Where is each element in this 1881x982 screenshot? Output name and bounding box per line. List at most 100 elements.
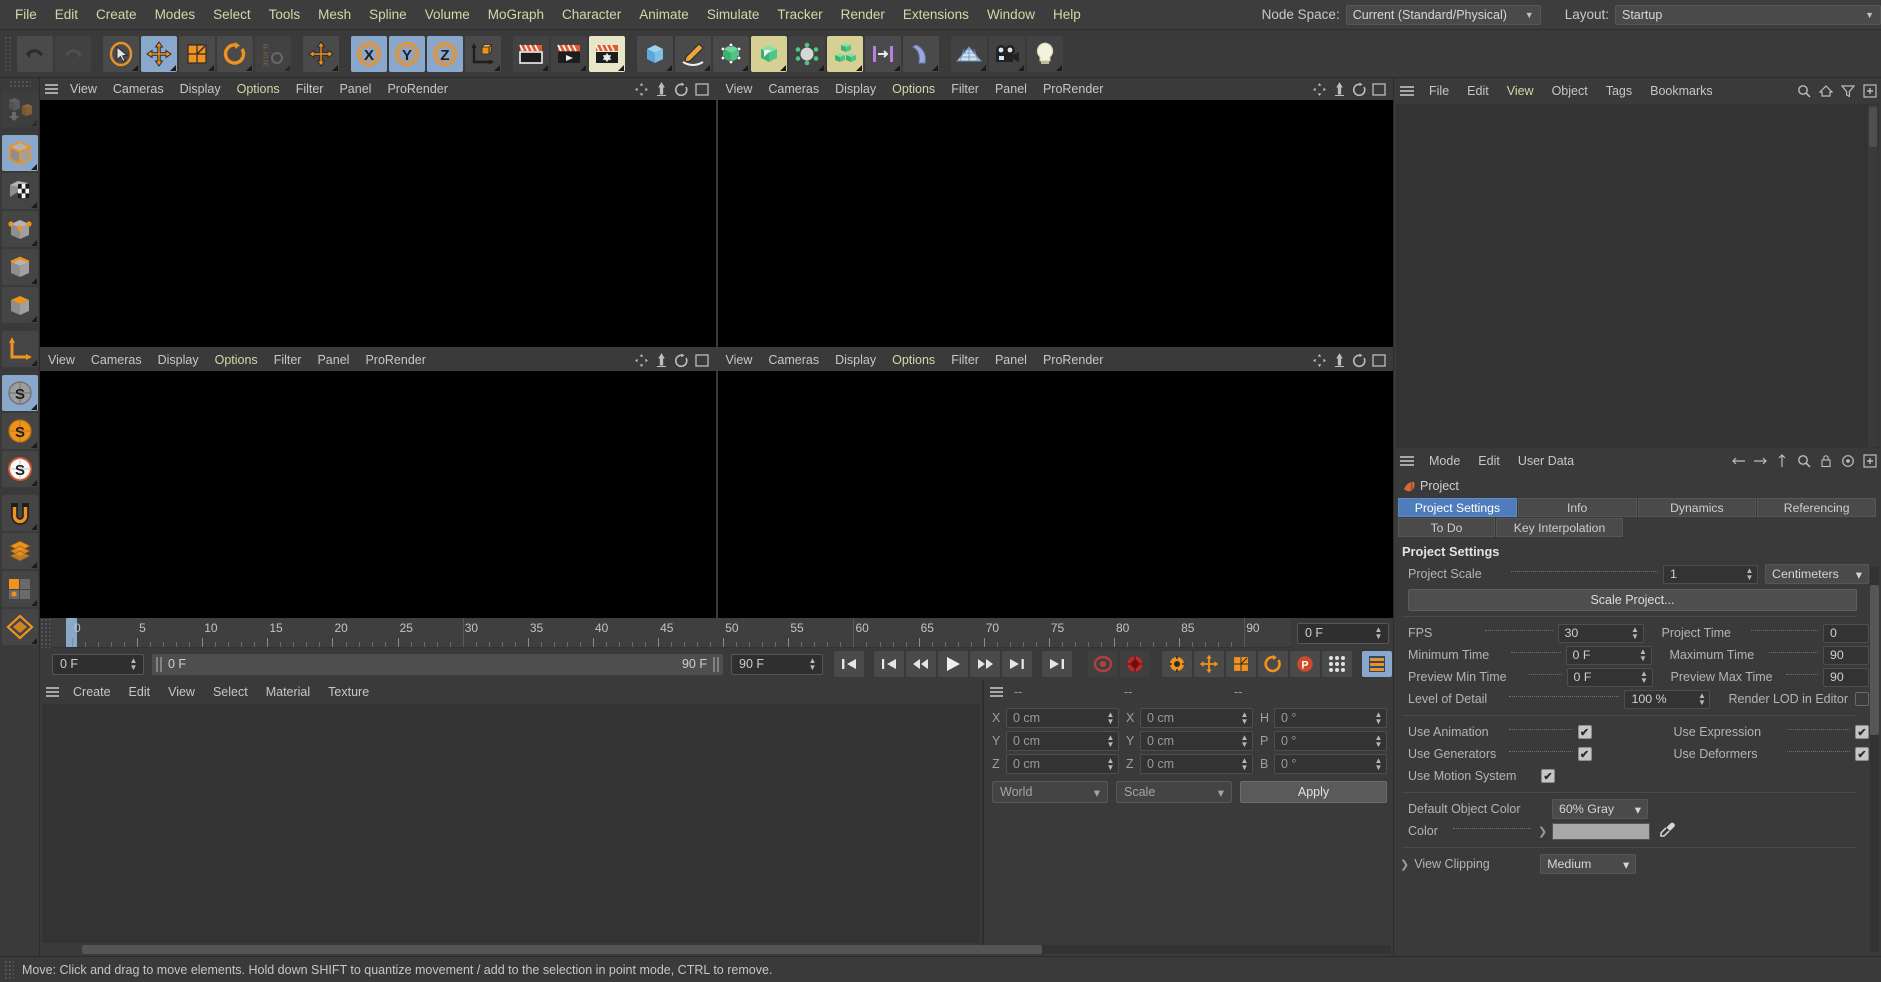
viewport-menu-cameras[interactable]: Cameras: [760, 349, 827, 371]
menu-create[interactable]: Create: [87, 0, 146, 30]
coord-size-y-field[interactable]: 0 cm ▲ ▼: [1140, 730, 1253, 751]
viewport-menu-panel[interactable]: Panel: [309, 349, 357, 371]
deformer-bend-button[interactable]: [903, 35, 939, 72]
zoom-view-icon[interactable]: [652, 350, 672, 370]
parameter-key-button[interactable]: P: [1290, 651, 1320, 677]
viewport-top[interactable]: View Cameras Display Options Filter Pane…: [717, 78, 1393, 347]
viewport-menu-options[interactable]: Options: [884, 78, 943, 100]
move-axis-tool[interactable]: [303, 35, 339, 72]
attr-menu-user-data[interactable]: User Data: [1509, 448, 1583, 474]
coordinate-system-dropdown[interactable]: World ▾: [992, 781, 1108, 803]
preview-max-time-field[interactable]: 90: [1823, 667, 1869, 687]
object-menu-tags[interactable]: Tags: [1597, 78, 1641, 104]
rotation-key-button[interactable]: [1258, 651, 1288, 677]
menu-extensions[interactable]: Extensions: [894, 0, 978, 30]
camera-object-button[interactable]: [989, 35, 1025, 72]
quantize-snap-button[interactable]: S: [1, 451, 38, 487]
viewport-front[interactable]: View Cameras Display Options Filter Pane…: [717, 349, 1393, 618]
undo-button[interactable]: [17, 35, 53, 72]
menu-modes[interactable]: Modes: [146, 0, 205, 30]
menu-edit[interactable]: Edit: [46, 0, 87, 30]
spinner-icon[interactable]: ▲ ▼: [1239, 710, 1250, 726]
viewport-perspective[interactable]: View Cameras Display Options Filter Pane…: [40, 78, 716, 347]
object-tree-scrollbar[interactable]: [1868, 105, 1878, 447]
coordinate-mode-dropdown[interactable]: Scale ▾: [1116, 781, 1232, 803]
maximize-view-icon[interactable]: [1369, 79, 1389, 99]
maximum-time-field[interactable]: 90: [1823, 645, 1869, 665]
material-menu-create[interactable]: Create: [64, 680, 120, 704]
viewport-menu-cameras[interactable]: Cameras: [105, 78, 172, 100]
go-to-next-keyframe-button[interactable]: [1002, 651, 1032, 677]
texture-mode-button[interactable]: [1, 173, 38, 209]
material-menu-select[interactable]: Select: [204, 680, 257, 704]
y-axis-toggle[interactable]: Y: [389, 35, 425, 72]
coord-position-x-field[interactable]: 0 cm ▲ ▼: [1006, 707, 1119, 728]
viewport-menu-display[interactable]: Display: [827, 349, 884, 371]
x-axis-toggle[interactable]: X: [351, 35, 387, 72]
tab-key-interpolation[interactable]: Key Interpolation: [1496, 518, 1623, 537]
menu-help[interactable]: Help: [1044, 0, 1090, 30]
workplane-grid-button[interactable]: [1, 533, 38, 569]
viewport-right[interactable]: View Cameras Display Options Filter Pane…: [40, 349, 716, 618]
keyframe-selection-button[interactable]: [1162, 651, 1192, 677]
light-object-button[interactable]: [1027, 35, 1063, 72]
use-animation-checkbox[interactable]: ✔: [1577, 725, 1592, 739]
zoom-view-icon[interactable]: [1329, 350, 1349, 370]
lock-icon[interactable]: [1815, 450, 1837, 472]
redo-button[interactable]: [55, 35, 91, 72]
coord-rotation-h-field[interactable]: 0 ° ▲ ▼: [1274, 707, 1387, 728]
deformers-button[interactable]: [751, 35, 787, 72]
tab-info[interactable]: Info: [1517, 498, 1637, 517]
viewport-menu-panel[interactable]: Panel: [987, 349, 1035, 371]
timeline-ruler[interactable]: 0 5 10 15 20 25 30 35 40 45 50 55 60 65 70 75 80 85 90: [52, 618, 1291, 648]
record-active-objects-button[interactable]: [1088, 651, 1118, 677]
zoom-view-icon[interactable]: [1329, 79, 1349, 99]
workplane-align-button[interactable]: [1, 609, 38, 645]
psr-lock-tool[interactable]: PSR: [255, 35, 291, 72]
object-tree-scrollbar-thumb[interactable]: [1869, 107, 1877, 147]
scale-key-button[interactable]: [1226, 651, 1256, 677]
viewport-menu-display[interactable]: Display: [172, 78, 229, 100]
project-time-field[interactable]: 0: [1823, 623, 1869, 643]
layout-dropdown[interactable]: Startup ▼: [1615, 4, 1881, 25]
object-menu-object[interactable]: Object: [1543, 78, 1597, 104]
pan-view-icon[interactable]: [1309, 79, 1329, 99]
filter-icon[interactable]: [1837, 80, 1859, 102]
horizontal-scrollbar[interactable]: [82, 945, 1391, 954]
viewport-menu-view[interactable]: View: [40, 349, 83, 371]
preview-min-time-field[interactable]: 0 F ▲ ▼: [1566, 667, 1653, 687]
object-menu-edit[interactable]: Edit: [1458, 78, 1498, 104]
viewport-menu-cameras[interactable]: Cameras: [83, 349, 150, 371]
field-object-button[interactable]: [865, 35, 901, 72]
coord-position-y-field[interactable]: 0 cm ▲ ▼: [1006, 730, 1119, 751]
status-bar-grip[interactable]: [4, 959, 14, 980]
rotate-view-icon[interactable]: [1349, 79, 1369, 99]
minimum-time-field[interactable]: 0 F ▲ ▼: [1565, 645, 1652, 665]
maximize-view-icon[interactable]: [692, 79, 712, 99]
range-handle-left[interactable]: [156, 656, 162, 672]
menu-animate[interactable]: Animate: [630, 0, 698, 30]
spinner-icon[interactable]: ▲ ▼: [1744, 566, 1755, 582]
viewport-menu-view[interactable]: View: [718, 78, 761, 100]
search-icon[interactable]: [1793, 450, 1815, 472]
render-lod-checkbox[interactable]: [1855, 692, 1869, 706]
left-toolbar-grip[interactable]: [8, 80, 31, 88]
viewport-menu-filter[interactable]: Filter: [288, 78, 332, 100]
material-menu-view[interactable]: View: [159, 680, 204, 704]
add-layout-icon[interactable]: [1859, 450, 1881, 472]
spinner-icon[interactable]: ▲ ▼: [1638, 647, 1649, 663]
viewport-menu-view[interactable]: View: [718, 349, 761, 371]
material-menu-texture[interactable]: Texture: [319, 680, 378, 704]
menu-mograph[interactable]: MoGraph: [479, 0, 553, 30]
viewport-menu-filter[interactable]: Filter: [943, 78, 987, 100]
apply-button[interactable]: Apply: [1240, 781, 1387, 803]
menu-select[interactable]: Select: [204, 0, 260, 30]
range-handle-right[interactable]: [713, 656, 719, 672]
add-layout-icon[interactable]: [1859, 80, 1881, 102]
timeline-grip[interactable]: [40, 618, 52, 648]
grid-floor-button[interactable]: [951, 35, 987, 72]
maximize-view-icon[interactable]: [1369, 350, 1389, 370]
rotate-view-icon[interactable]: [672, 79, 692, 99]
panel-menu-icon[interactable]: [1394, 90, 1420, 92]
render-picture-viewer-button[interactable]: [551, 35, 587, 72]
